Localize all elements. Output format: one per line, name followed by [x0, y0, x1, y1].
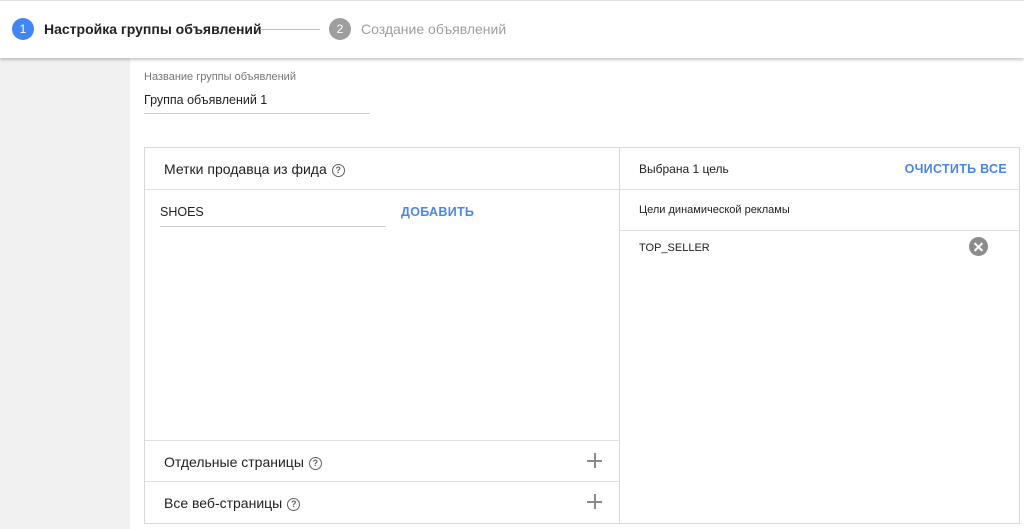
- step-1-label[interactable]: Настройка группы объявлений: [44, 20, 262, 38]
- step-connector: [260, 29, 320, 30]
- all-webpages-row[interactable]: Все веб-страницы?: [145, 481, 619, 523]
- all-webpages-label: Все веб-страницы?: [164, 495, 301, 511]
- step-1-number[interactable]: 1: [12, 18, 34, 40]
- clear-all-button[interactable]: ОЧИСТИТЬ ВСЕ: [905, 162, 1007, 176]
- step-2-number[interactable]: 2: [329, 18, 351, 40]
- content-sheet: Название группы объявлений Группа объявл…: [130, 58, 1024, 529]
- individual-pages-row[interactable]: Отдельные страницы?: [145, 440, 619, 482]
- seller-label-input[interactable]: SHOES: [160, 205, 204, 219]
- selected-targets-panel: Выбрана 1 цель ОЧИСТИТЬ ВСЕ Цели динамич…: [619, 147, 1020, 524]
- plus-icon[interactable]: [587, 453, 602, 468]
- dynamic-ad-targets-section: Цели динамической рекламы: [620, 190, 1019, 231]
- individual-pages-label: Отдельные страницы?: [164, 454, 322, 470]
- seller-labels-header: Метки продавца из фида?: [145, 148, 619, 190]
- help-icon[interactable]: ?: [287, 498, 301, 511]
- help-icon[interactable]: ?: [331, 164, 345, 177]
- target-label: TOP_SELLER: [639, 242, 710, 254]
- remove-icon[interactable]: [969, 237, 988, 256]
- ad-group-name-input[interactable]: Группа объявлений 1: [144, 93, 267, 107]
- seller-labels-title: Метки продавца из фида?: [164, 161, 345, 177]
- selected-targets-header: Выбрана 1 цель ОЧИСТИТЬ ВСЕ: [620, 148, 1019, 190]
- plus-icon[interactable]: [587, 494, 602, 509]
- list-item: TOP_SELLER: [620, 231, 1019, 265]
- all-webpages-label-text: Все веб-страницы: [164, 495, 283, 511]
- individual-pages-label-text: Отдельные страницы: [164, 454, 304, 470]
- stepper-header: 1 Настройка группы объявлений 2 Создание…: [0, 0, 1024, 58]
- ad-group-name-underline: [144, 113, 370, 114]
- help-icon[interactable]: ?: [308, 457, 322, 470]
- dynamic-ad-targets-label: Цели динамической рекламы: [639, 204, 790, 216]
- seller-labels-title-text: Метки продавца из фида: [164, 161, 327, 177]
- seller-labels-panel: Метки продавца из фида? SHOES ДОБАВИТЬ О…: [144, 147, 620, 524]
- selected-count: Выбрана 1 цель: [639, 162, 729, 176]
- seller-label-input-underline: [160, 226, 386, 227]
- add-button[interactable]: ДОБАВИТЬ: [401, 205, 474, 219]
- step-2-label[interactable]: Создание объявлений: [361, 20, 506, 38]
- ad-group-name-label: Название группы объявлений: [144, 71, 296, 83]
